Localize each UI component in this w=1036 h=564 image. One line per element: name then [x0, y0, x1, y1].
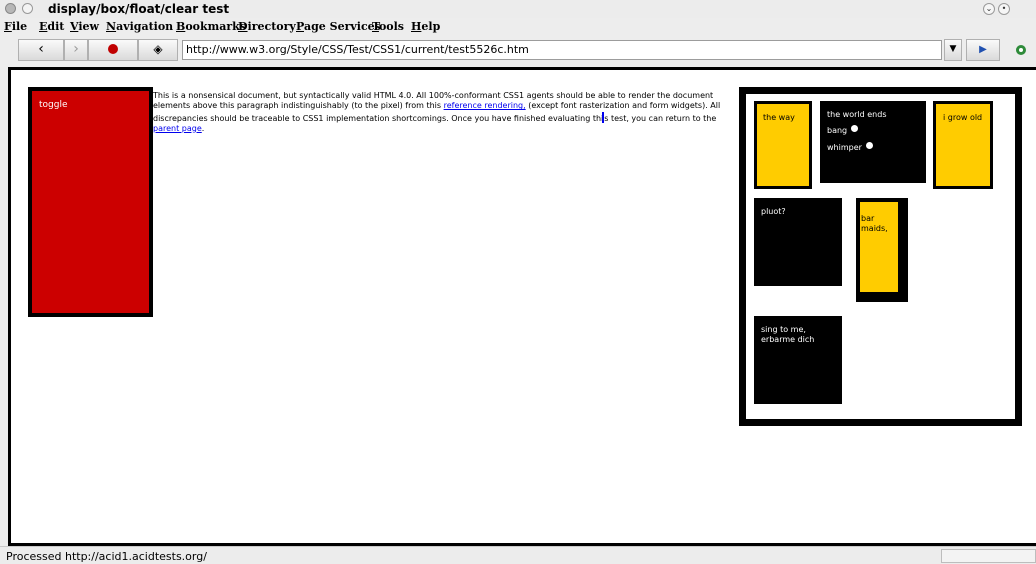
url-dropdown-button[interactable]: ▼	[944, 39, 962, 61]
forward-button[interactable]: ›	[64, 39, 88, 61]
minimize-icon[interactable]: ⌄	[983, 3, 995, 15]
status-bar: Processed http://acid1.acidtests.org/	[0, 546, 1036, 564]
block-world-ends: the world ends bang whimper	[820, 101, 926, 183]
status-text: Processed http://acid1.acidtests.org/	[6, 550, 207, 563]
toggle-label: toggle	[39, 100, 68, 110]
bang-label: bang	[827, 126, 848, 135]
block-pluot: pluot?	[754, 198, 842, 286]
radio-bullet-icon	[865, 142, 873, 149]
description-paragraph: This is a nonsensical document, but synt…	[153, 91, 731, 134]
menu-bookmarks[interactable]: Bookmarks	[176, 20, 246, 33]
paragraph-text: .	[201, 123, 205, 133]
menu-bar: File Edit View Navigation Bookmarks Dire…	[0, 18, 1036, 36]
menu-page-services[interactable]: Page Services	[296, 20, 381, 33]
stop-icon	[108, 44, 118, 54]
paragraph-text: s test, you can return to the	[604, 113, 717, 123]
menu-directory[interactable]: Directory	[238, 20, 296, 33]
block-sing-to-me: sing to me, erbarme dich	[754, 316, 842, 404]
back-arrow-icon: ‹	[38, 41, 44, 57]
menu-view[interactable]: View	[70, 20, 99, 33]
forward-arrow-icon: ›	[73, 41, 79, 57]
block-label: the way	[763, 113, 795, 122]
stop-button[interactable]	[88, 39, 138, 61]
block-label: i grow old	[943, 113, 983, 122]
block-the-way: the way	[754, 101, 812, 189]
block-bar-maids-outer: bar maids,	[856, 198, 908, 302]
window-menu-icon[interactable]	[22, 3, 33, 14]
parent-page-link[interactable]: parent page	[153, 124, 202, 133]
block-label: bar maids,	[861, 214, 888, 233]
block-i-grow-old: i grow old	[933, 101, 993, 189]
reference-rendering-link[interactable]: reference rendering,	[444, 101, 526, 110]
menu-edit[interactable]: Edit	[39, 20, 64, 33]
status-progress-well	[941, 549, 1036, 563]
block-label: sing to me, erbarme dich	[761, 325, 815, 344]
whimper-label: whimper	[827, 143, 862, 152]
title-bar: display/box/float/clear test ⌄ •	[0, 0, 1036, 18]
menu-help[interactable]: Help	[411, 20, 440, 33]
page-content[interactable]: toggle This is a nonsensical document, b…	[8, 67, 1036, 546]
back-button[interactable]: ‹	[18, 39, 64, 61]
window-title: display/box/float/clear test	[48, 2, 230, 16]
menu-navigation[interactable]: Navigation	[106, 20, 173, 33]
toolbar: ‹ › ◈ http://www.w3.org/Style/CSS/Test/C…	[0, 37, 1036, 67]
dropdown-arrow-icon: ▼	[949, 44, 957, 54]
maximize-icon[interactable]: •	[998, 3, 1010, 15]
menu-file[interactable]: File	[4, 20, 27, 33]
url-field[interactable]: http://www.w3.org/Style/CSS/Test/CSS1/cu…	[182, 40, 942, 60]
bang-item: bang	[827, 125, 919, 136]
radio-bullet-icon	[851, 125, 859, 132]
go-button[interactable]: ▶	[966, 39, 1000, 61]
home-icon: ◈	[153, 42, 163, 56]
url-text: http://www.w3.org/Style/CSS/Test/CSS1/cu…	[186, 43, 529, 56]
block-label: pluot?	[761, 207, 786, 216]
menu-tools[interactable]: Tools	[372, 20, 404, 33]
whimper-item: whimper	[827, 142, 919, 153]
home-button[interactable]: ◈	[138, 39, 178, 61]
toggle-box: toggle	[28, 87, 153, 317]
float-container: the way the world ends bang whimper i gr…	[739, 87, 1022, 426]
block-label: the world ends	[827, 110, 887, 119]
block-bar-maids: bar maids,	[860, 202, 898, 292]
go-arrow-icon: ▶	[979, 44, 987, 55]
throbber-icon	[1014, 42, 1028, 56]
app-icon[interactable]	[5, 3, 16, 14]
